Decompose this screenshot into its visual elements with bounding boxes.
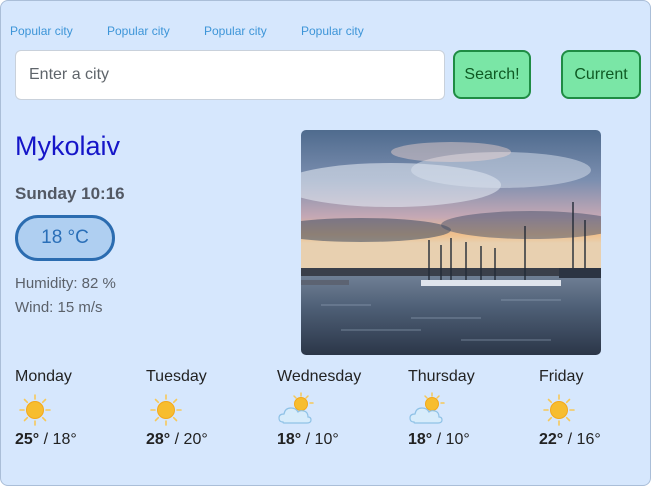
current-temperature: 18 °C bbox=[15, 215, 115, 261]
forecast-temps: 18° / 10° bbox=[408, 431, 470, 448]
forecast-day-name: Monday bbox=[15, 368, 72, 385]
forecast-low: 16° bbox=[576, 431, 601, 448]
forecast-day-name: Friday bbox=[539, 368, 584, 385]
sunny-icon bbox=[539, 392, 579, 428]
forecast-day-name: Thursday bbox=[408, 368, 475, 385]
forecast-temps: 18° / 10° bbox=[277, 431, 339, 448]
forecast-day-friday: Friday 22° / 16° bbox=[539, 368, 651, 448]
forecast-high: 25° bbox=[15, 431, 40, 448]
forecast-day-wednesday: Wednesday 18° / 10° bbox=[277, 368, 397, 448]
current-location-button[interactable]: Current bbox=[561, 50, 641, 99]
popular-city-link-2[interactable]: Popular city bbox=[107, 24, 170, 38]
forecast-low: 10° bbox=[445, 431, 470, 448]
current-datetime: Sunday 10:16 bbox=[15, 184, 125, 203]
wind-reading: Wind: 15 m/s bbox=[15, 299, 103, 316]
popular-city-link-4[interactable]: Popular city bbox=[301, 24, 364, 38]
partly-cloudy-icon bbox=[277, 392, 317, 428]
city-name: Mykolaiv bbox=[15, 131, 121, 161]
forecast-day-monday: Monday 25° / 18° bbox=[15, 368, 135, 448]
sunny-icon bbox=[15, 392, 55, 428]
forecast-temps: 25° / 18° bbox=[15, 431, 77, 448]
forecast-high: 18° bbox=[408, 431, 433, 448]
forecast-temps: 22° / 16° bbox=[539, 431, 601, 448]
humidity-reading: Humidity: 82 % bbox=[15, 275, 116, 292]
city-search-input[interactable] bbox=[15, 50, 445, 100]
forecast-day-tuesday: Tuesday 28° / 20° bbox=[146, 368, 266, 448]
sunset-harbor-photo bbox=[301, 130, 601, 355]
sunny-icon bbox=[146, 392, 186, 428]
forecast-high: 28° bbox=[146, 431, 171, 448]
forecast-day-name: Tuesday bbox=[146, 368, 207, 385]
forecast-high: 18° bbox=[277, 431, 302, 448]
partly-cloudy-icon bbox=[408, 392, 448, 428]
weather-app-card: Popular city Popular city Popular city P… bbox=[0, 0, 651, 486]
forecast-low: 20° bbox=[183, 431, 208, 448]
forecast-high: 22° bbox=[539, 431, 564, 448]
forecast-low: 18° bbox=[52, 431, 77, 448]
forecast-low: 10° bbox=[314, 431, 339, 448]
forecast-day-name: Wednesday bbox=[277, 368, 362, 385]
popular-city-link-3[interactable]: Popular city bbox=[204, 24, 267, 38]
search-button[interactable]: Search! bbox=[453, 50, 531, 99]
forecast-day-thursday: Thursday 18° / 10° bbox=[408, 368, 528, 448]
popular-city-link-1[interactable]: Popular city bbox=[10, 24, 73, 38]
forecast-temps: 28° / 20° bbox=[146, 431, 208, 448]
